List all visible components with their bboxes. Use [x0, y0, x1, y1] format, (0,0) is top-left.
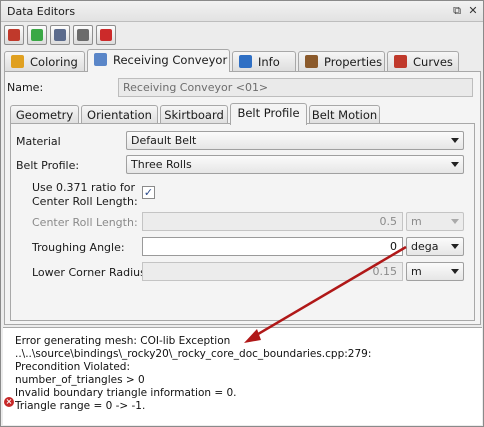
belt-profile-value: Three Rolls: [131, 158, 192, 171]
restore-icon[interactable]: ⧉: [450, 4, 464, 18]
tab-label: Coloring: [30, 55, 78, 69]
toolbar-button-paste[interactable]: [73, 25, 93, 45]
tab-geometry[interactable]: Geometry: [10, 105, 79, 124]
tab-receiving-conveyor[interactable]: Receiving Conveyor: [87, 49, 230, 72]
paste-icon: [77, 29, 89, 41]
tab-properties[interactable]: Properties: [298, 51, 385, 71]
troughing-angle-label: Troughing Angle:: [32, 241, 125, 254]
lower-corner-radius-label: Lower Corner Radius:: [32, 266, 150, 279]
title-bar: Data Editors ⧉ ✕: [1, 1, 483, 22]
unit-value: dega: [411, 240, 439, 253]
center-roll-length-label: Center Roll Length:: [32, 216, 138, 229]
center-roll-length-field[interactable]: 0.5: [142, 212, 403, 231]
tab-orientation[interactable]: Orientation: [81, 105, 158, 124]
chevron-down-icon: [451, 269, 459, 274]
info-icon: [239, 55, 252, 68]
tab-label: Info: [258, 55, 280, 69]
lower-corner-radius-unit-select[interactable]: m: [406, 262, 464, 281]
lower-corner-radius-field[interactable]: 0.15: [142, 262, 403, 281]
toolbar-button-cube[interactable]: [27, 25, 47, 45]
properties-icon: [305, 55, 318, 68]
tab-label: Receiving Conveyor: [113, 53, 228, 67]
cube-icon: [31, 29, 43, 41]
material-select[interactable]: Default Belt: [126, 131, 464, 150]
tab-label: Properties: [324, 55, 383, 69]
copy-icon: [54, 29, 66, 41]
close-icon[interactable]: ✕: [466, 4, 480, 18]
material-label: Material: [16, 135, 61, 148]
troughing-angle-unit-select[interactable]: dega: [406, 237, 464, 256]
tab-belt-profile[interactable]: Belt Profile: [230, 103, 307, 125]
main-tabs: Coloring Receiving Conveyor Info Propert…: [4, 49, 482, 72]
belt-profile-select[interactable]: Three Rolls: [126, 155, 464, 174]
material-value: Default Belt: [131, 134, 197, 147]
ratio-label-line2: Center Roll Length:: [32, 195, 138, 208]
sub-tabs: Geometry Orientation Skirtboard Belt Pro…: [10, 103, 475, 125]
chevron-down-icon: [451, 138, 459, 143]
message-line: Invalid boundary triangle information = …: [15, 387, 237, 399]
unit-value: m: [411, 215, 422, 228]
message-line: Error generating mesh: COI-lib Exception: [15, 335, 231, 347]
chevron-down-icon: [451, 162, 459, 167]
tab-curves[interactable]: Curves: [387, 51, 459, 71]
toolbar-button-delete[interactable]: [96, 25, 116, 45]
tab-info[interactable]: Info: [232, 51, 296, 71]
center-roll-length-unit-select[interactable]: m: [406, 212, 464, 231]
curves-icon: [394, 55, 407, 68]
grid-icon: [8, 29, 20, 41]
delete-icon: [100, 29, 112, 41]
tab-coloring[interactable]: Coloring: [4, 51, 85, 71]
message-line: ..\..\source\bindings\_rocky20\_rocky_co…: [15, 348, 372, 360]
ratio-checkbox[interactable]: ✓: [142, 186, 155, 199]
data-editors-window: Data Editors ⧉ ✕ Coloring Receiving Conv…: [0, 0, 484, 427]
belt-profile-label: Belt Profile:: [16, 159, 80, 172]
tab-label: Curves: [413, 55, 453, 69]
message-line: Precondition Violated:: [15, 361, 131, 373]
unit-value: m: [411, 265, 422, 278]
message-line: number_of_triangles > 0: [15, 374, 145, 386]
message-line: Triangle range = 0 -> -1.: [15, 400, 146, 412]
ratio-label-line1: Use 0.371 ratio for: [32, 181, 136, 194]
window-title: Data Editors: [7, 5, 76, 18]
toolbar-button-copy[interactable]: [50, 25, 70, 45]
error-icon: ×: [4, 397, 14, 407]
troughing-angle-field[interactable]: 0: [142, 237, 403, 256]
tab-skirtboard[interactable]: Skirtboard: [160, 105, 228, 124]
conveyor-icon: [94, 53, 107, 66]
tab-belt-motion[interactable]: Belt Motion: [309, 105, 380, 124]
chevron-down-icon: [451, 244, 459, 249]
palette-icon: [11, 55, 24, 68]
toolbar-button-grid[interactable]: [4, 25, 24, 45]
chevron-down-icon: [451, 219, 459, 224]
name-field[interactable]: Receiving Conveyor <01>: [118, 78, 473, 97]
name-label: Name:: [7, 81, 44, 94]
